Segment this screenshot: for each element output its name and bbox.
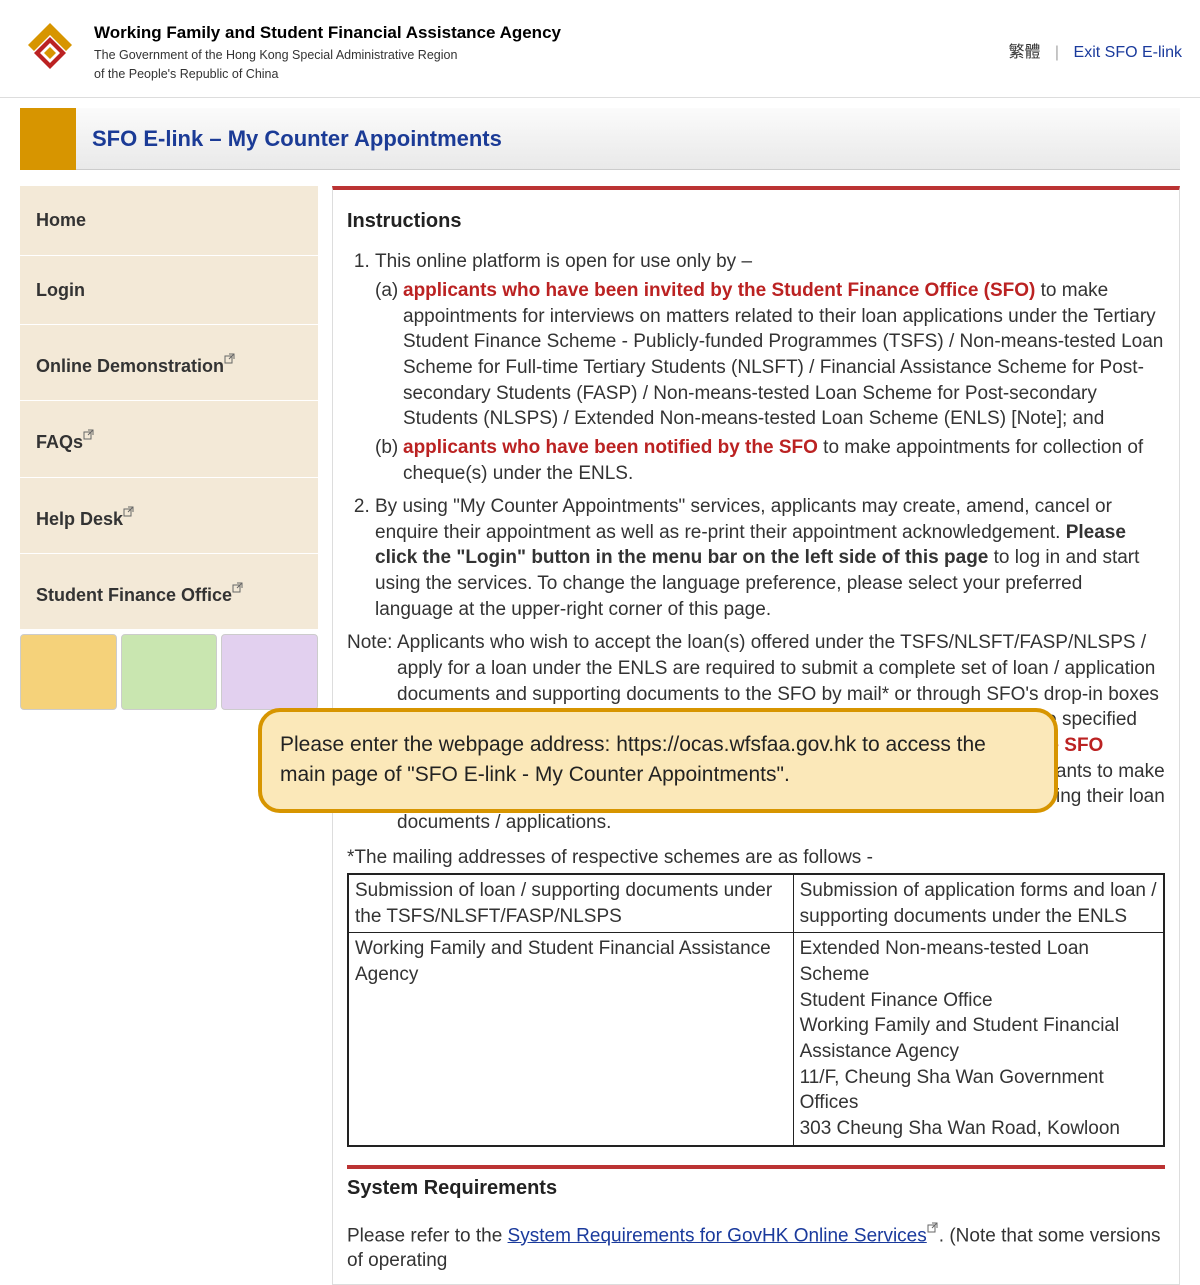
page-header: Working Family and Student Financial Ass… <box>0 0 1200 98</box>
promo-banners <box>20 630 318 714</box>
external-link-icon <box>224 347 236 371</box>
title-main: SFO E-link – My Counter Appointments <box>76 108 1180 171</box>
address-table: Submission of loan / supporting document… <box>347 873 1165 1146</box>
tooltip-text: Please enter the webpage address: https:… <box>280 733 986 786</box>
sidebar-item-label: FAQs <box>36 432 83 452</box>
sidebar-item-label: Student Finance Office <box>36 585 232 605</box>
sidebar-item-helpdesk[interactable]: Help Desk <box>20 478 318 554</box>
table-row: Working Family and Student Financial Ass… <box>348 933 1164 1146</box>
sub-text: applicants who have been invited by the … <box>403 278 1165 432</box>
table-cell: Working Family and Student Financial Ass… <box>348 933 793 1146</box>
sidebar-item-label: Login <box>36 280 85 300</box>
instruction-tooltip: Please enter the webpage address: https:… <box>258 708 1058 813</box>
sidebar-item-faqs[interactable]: FAQs <box>20 401 318 477</box>
body-text: Please refer to the <box>347 1225 508 1246</box>
page-title-bar: SFO E-link – My Counter Appointments <box>20 108 1180 171</box>
sub-item-b: (b) applicants who have been notified by… <box>375 435 1165 486</box>
promo-card[interactable] <box>121 634 218 710</box>
table-row: Submission of loan / supporting document… <box>348 874 1164 933</box>
sysreq-heading: System Requirements <box>347 1175 1165 1202</box>
addr-line: Working Family and Student Financial Ass… <box>355 936 787 987</box>
sub-label: (b) <box>375 435 403 486</box>
promo-card[interactable] <box>20 634 117 710</box>
sub-text: applicants who have been notified by the… <box>403 435 1165 486</box>
sub-label: (a) <box>375 278 403 432</box>
sidebar-item-demo[interactable]: Online Demonstration <box>20 325 318 401</box>
sidebar-item-sfo[interactable]: Student Finance Office <box>20 554 318 630</box>
system-requirements: System Requirements Please refer to the … <box>347 1175 1165 1285</box>
table-cell: Extended Non-means-tested Loan Scheme St… <box>793 933 1164 1146</box>
sub-item-a: (a) applicants who have been invited by … <box>375 278 1165 432</box>
sidebar-item-label: Help Desk <box>36 509 123 529</box>
addr-line: Working Family and Student Financial Ass… <box>800 1013 1157 1064</box>
header-left: Working Family and Student Financial Ass… <box>20 22 561 83</box>
instruction-item-2: By using "My Counter Appointments" servi… <box>375 494 1165 622</box>
page-title: SFO E-link – My Counter Appointments <box>92 124 1164 154</box>
language-toggle[interactable]: 繁體 <box>1008 44 1040 61</box>
sub-list: (a) applicants who have been invited by … <box>375 278 1165 486</box>
section-separator <box>347 1165 1165 1169</box>
external-link-icon <box>927 1216 939 1242</box>
agency-text: Working Family and Student Financial Ass… <box>94 22 561 83</box>
body-text: By using "My Counter Appointments" servi… <box>375 496 1112 543</box>
header-right: 繁體 | Exit SFO E-link <box>1008 42 1186 64</box>
agency-subtitle-2: of the People's Republic of China <box>94 66 561 83</box>
sidebar: Home Login Online Demonstration FAQs Hel… <box>20 186 318 714</box>
table-cell: Submission of loan / supporting document… <box>348 874 793 933</box>
instruction-text: This online platform is open for use onl… <box>375 251 752 272</box>
highlight-text: applicants who have been notified by the… <box>403 437 818 458</box>
addr-line: 303 Cheung Sha Wan Road, Kowloon <box>800 1116 1157 1142</box>
external-link-icon <box>232 576 244 600</box>
sidebar-item-label: Online Demonstration <box>36 356 224 376</box>
table-cell: Submission of application forms and loan… <box>793 874 1164 933</box>
addr-line: 11/F, Cheung Sha Wan Government Offices <box>800 1065 1157 1116</box>
highlight-text: applicants who have been invited by the … <box>403 280 1035 301</box>
agency-title: Working Family and Student Financial Ass… <box>94 22 561 45</box>
agency-subtitle-1: The Government of the Hong Kong Special … <box>94 47 561 64</box>
link-text: System Requirements for GovHK Online Ser… <box>508 1225 927 1246</box>
agency-logo <box>20 22 80 78</box>
external-link-icon <box>83 423 95 447</box>
instructions-heading: Instructions <box>347 208 1165 235</box>
sidebar-item-home[interactable]: Home <box>20 186 318 255</box>
promo-card[interactable] <box>221 634 318 710</box>
addr-line: Extended Non-means-tested Loan Scheme <box>800 936 1157 987</box>
external-link-icon <box>123 500 135 524</box>
exit-link[interactable]: Exit SFO E-link <box>1074 44 1182 61</box>
instructions-list: This online platform is open for use onl… <box>347 249 1165 622</box>
sysreq-link[interactable]: System Requirements for GovHK Online Ser… <box>508 1225 927 1246</box>
addr-line: Student Finance Office <box>800 988 1157 1014</box>
sidebar-item-login[interactable]: Login <box>20 256 318 325</box>
title-accent <box>20 108 76 171</box>
body-text: to make appointments for interviews on m… <box>403 280 1163 429</box>
separator: | <box>1055 44 1059 61</box>
sysreq-text: Please refer to the System Requirements … <box>347 1216 1165 1275</box>
mailing-intro: *The mailing addresses of respective sch… <box>347 845 1165 871</box>
instruction-item-1: This online platform is open for use onl… <box>375 249 1165 486</box>
sidebar-item-label: Home <box>36 210 86 230</box>
